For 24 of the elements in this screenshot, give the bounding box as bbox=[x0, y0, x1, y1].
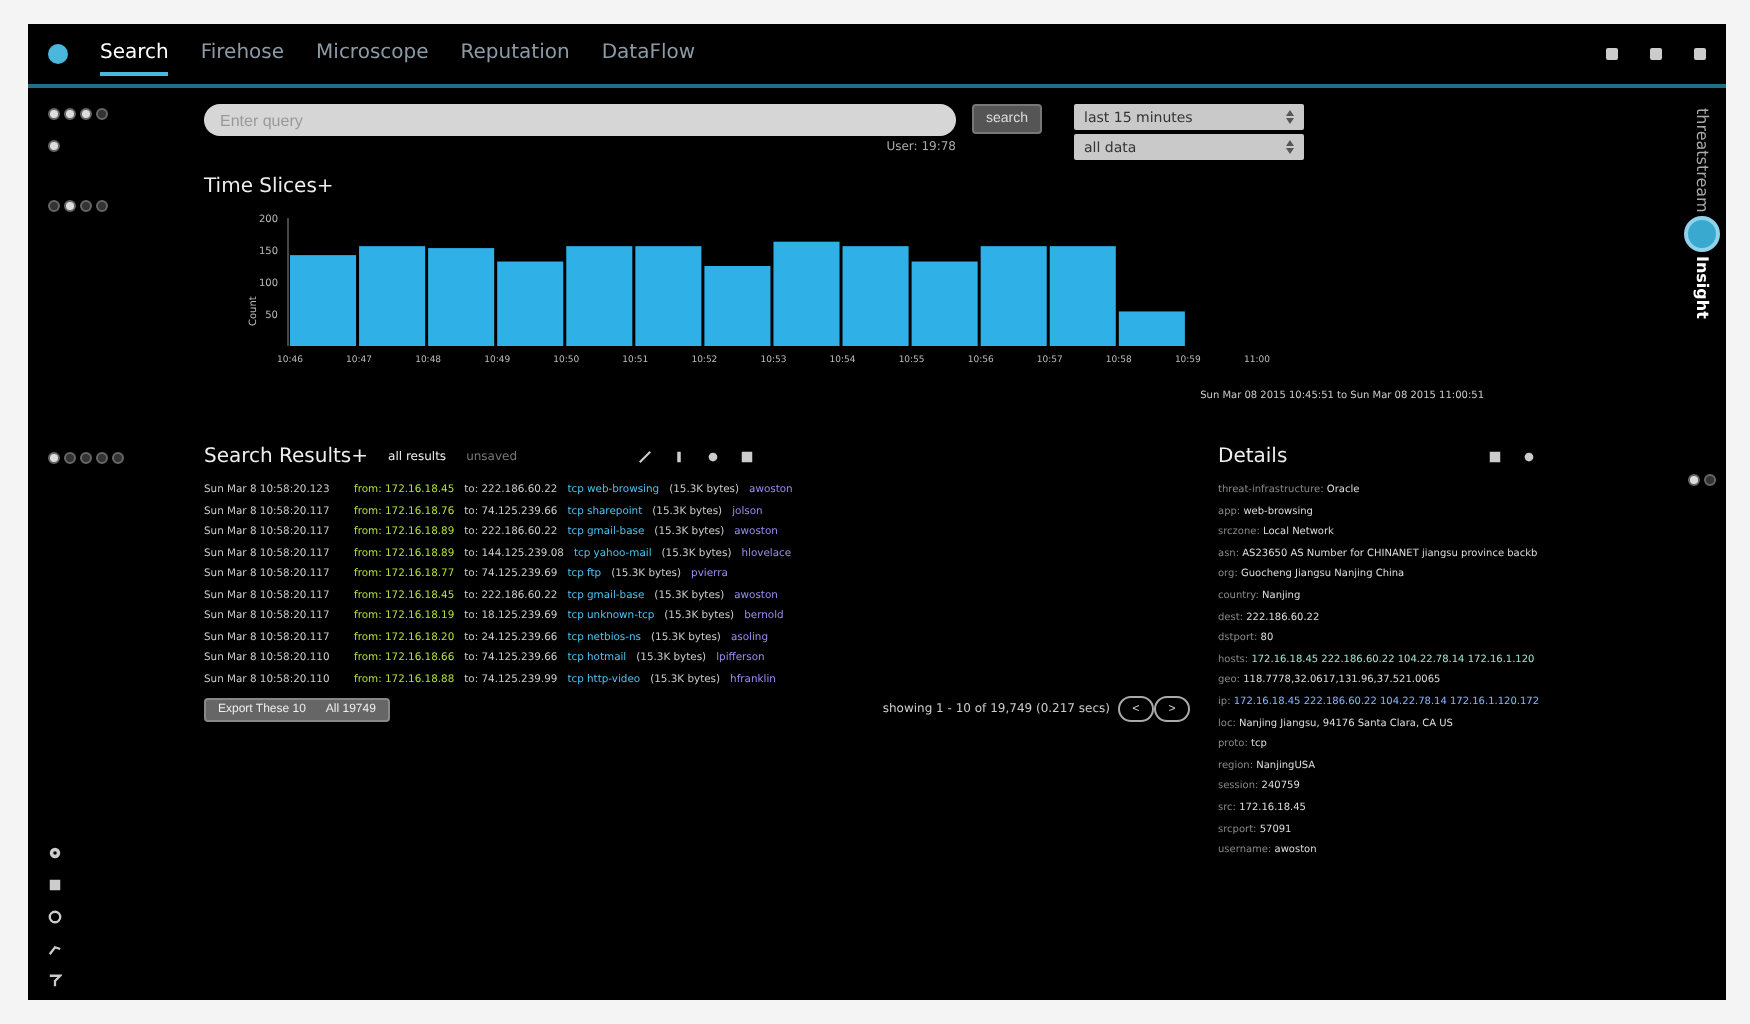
nav-tab[interactable]: Microscope bbox=[316, 33, 429, 75]
bar[interactable] bbox=[773, 241, 840, 346]
section-title: Search Results+ bbox=[204, 446, 369, 468]
brand-logo-icon bbox=[1684, 216, 1720, 253]
chart-icon[interactable] bbox=[48, 942, 62, 956]
nav-tab[interactable]: Firehose bbox=[200, 33, 285, 75]
search-field[interactable]: Enter query bbox=[204, 104, 956, 136]
app-logo-icon[interactable] bbox=[48, 44, 68, 64]
globe-icon[interactable] bbox=[48, 910, 62, 924]
dropdown-arrows-icon bbox=[1286, 140, 1295, 154]
bar[interactable] bbox=[497, 261, 564, 346]
y-axis bbox=[287, 217, 289, 347]
filter-icon[interactable] bbox=[48, 974, 62, 988]
nav-tab[interactable]: Search bbox=[100, 33, 169, 75]
section-title: Details bbox=[1218, 446, 1288, 468]
dropdown-arrows-icon bbox=[1286, 110, 1295, 124]
brand-name: Insight bbox=[1693, 256, 1711, 320]
nav-tab[interactable]: DataFlow bbox=[601, 33, 696, 75]
bar[interactable] bbox=[1118, 311, 1185, 346]
brand-name: threatstream bbox=[1693, 108, 1711, 213]
page-dots-icon[interactable] bbox=[1688, 473, 1716, 486]
bar[interactable] bbox=[911, 261, 978, 346]
nav-tab[interactable]: Reputation bbox=[460, 33, 570, 75]
section-title: Time Slices+ bbox=[204, 176, 336, 198]
